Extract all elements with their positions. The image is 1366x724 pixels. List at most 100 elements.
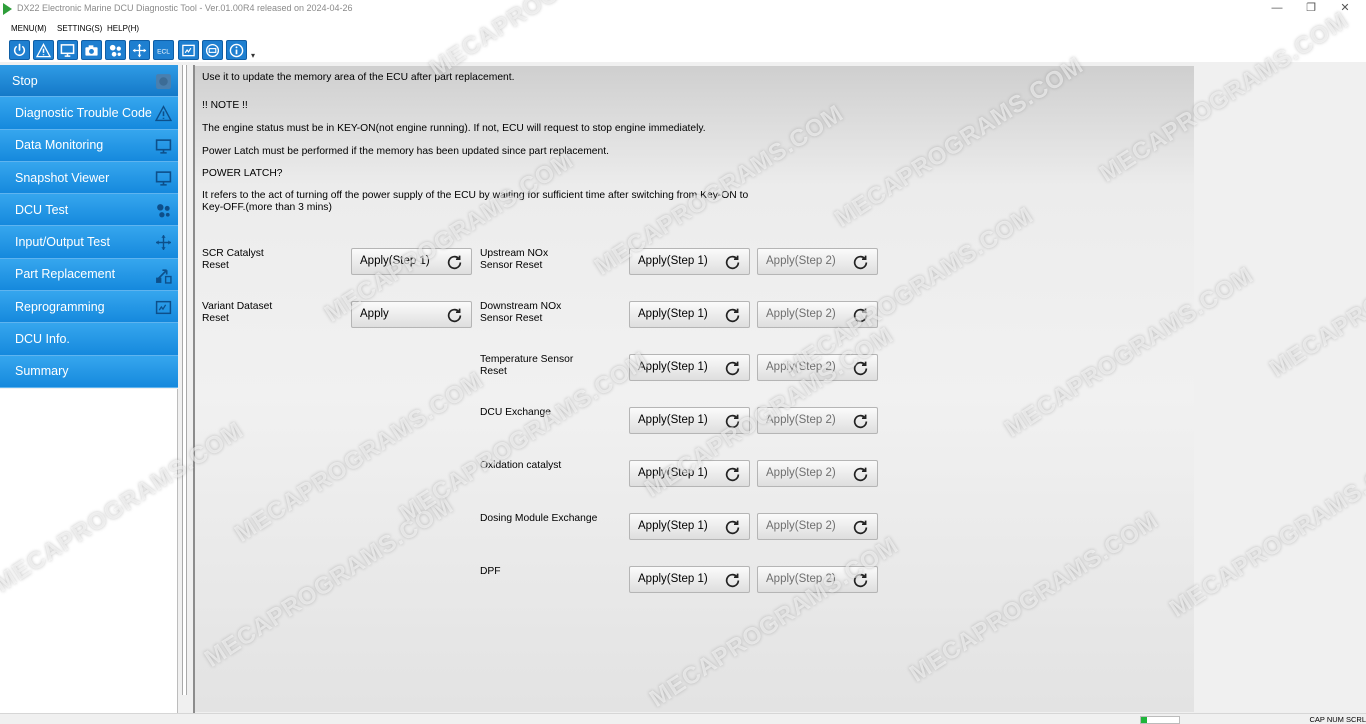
sidebar-item-reprogramming[interactable]: Reprogramming bbox=[0, 291, 178, 324]
dpf-step2-button[interactable]: Apply(Step 2) bbox=[757, 566, 878, 593]
refresh-icon bbox=[853, 520, 868, 535]
svg-text:ECL: ECL bbox=[157, 48, 170, 55]
toolbar: ECL ▾ bbox=[0, 38, 1366, 62]
splitter-handle[interactable] bbox=[182, 65, 187, 695]
sidebar-item-label: Summary bbox=[15, 364, 69, 379]
maximize-button[interactable]: ❐ bbox=[1294, 0, 1328, 18]
note-title: !! NOTE !! bbox=[202, 100, 248, 111]
note-power-latch: Power Latch must be performed if the mem… bbox=[202, 146, 609, 157]
refresh-icon bbox=[725, 573, 740, 588]
monitor-icon[interactable] bbox=[57, 40, 78, 60]
refresh-icon bbox=[725, 308, 740, 323]
refresh-icon bbox=[853, 255, 868, 270]
info-icon[interactable] bbox=[226, 40, 247, 60]
sidebar-item-label: Snapshot Viewer bbox=[15, 170, 110, 185]
monitor-icon bbox=[155, 138, 172, 154]
downstream-nox-step1-button[interactable]: Apply(Step 1) bbox=[629, 301, 750, 328]
gear-group-icon bbox=[157, 204, 170, 218]
minimize-button[interactable]: — bbox=[1260, 0, 1294, 18]
sidebar-item-label: Data Monitoring bbox=[15, 138, 104, 153]
refresh-icon bbox=[853, 573, 868, 588]
sidebar-item-label: DCU Info. bbox=[15, 332, 70, 347]
power-latch-desc-line1: It refers to the act of turning off the … bbox=[202, 190, 749, 201]
toolbar-overflow-icon[interactable]: ▾ bbox=[251, 51, 255, 60]
menu-help[interactable]: HELP(H) bbox=[107, 24, 139, 33]
menu-menu[interactable]: MENU(M) bbox=[11, 24, 47, 33]
ecl-icon[interactable]: ECL bbox=[153, 40, 174, 60]
upstream-nox-reset-label: Upstream NOx Sensor Reset bbox=[480, 248, 549, 271]
temperature-sensor-step2-button[interactable]: Apply(Step 2) bbox=[757, 354, 878, 381]
io-test-icon[interactable] bbox=[129, 40, 150, 60]
oxidation-catalyst-step1-button[interactable]: Apply(Step 1) bbox=[629, 460, 750, 487]
power-latch-desc-line2: Key-OFF.(more than 3 mins) bbox=[202, 202, 332, 213]
oxidation-catalyst-label: Oxidation catalyst bbox=[480, 460, 562, 471]
power-icon[interactable] bbox=[9, 40, 30, 60]
scr-catalyst-reset-label: SCR Catalyst Reset bbox=[202, 248, 264, 271]
sidebar-item-diagnostic-trouble-code[interactable]: Diagnostic Trouble Code bbox=[0, 97, 178, 130]
sidebar: Stop Diagnostic Trouble Code Data Monito… bbox=[0, 65, 178, 388]
dosing-module-step1-button[interactable]: Apply(Step 1) bbox=[629, 513, 750, 540]
upstream-nox-step1-button[interactable]: Apply(Step 1) bbox=[629, 248, 750, 275]
sidebar-item-label: Input/Output Test bbox=[15, 235, 110, 250]
sidebar-item-dcu-test[interactable]: DCU Test bbox=[0, 194, 178, 227]
dosing-module-exchange-label: Dosing Module Exchange bbox=[480, 513, 598, 524]
stop-icon bbox=[156, 74, 171, 89]
variant-dataset-reset-button[interactable]: Apply bbox=[351, 301, 472, 328]
upstream-nox-step2-button[interactable]: Apply(Step 2) bbox=[757, 248, 878, 275]
refresh-icon bbox=[853, 414, 868, 429]
dcu-exchange-step2-button[interactable]: Apply(Step 2) bbox=[757, 407, 878, 434]
sidebar-item-snapshot-viewer[interactable]: Snapshot Viewer bbox=[0, 161, 178, 195]
temperature-sensor-step1-button[interactable]: Apply(Step 1) bbox=[629, 354, 750, 381]
sidebar-empty-area bbox=[0, 389, 178, 713]
sidebar-item-label: DCU Test bbox=[15, 202, 69, 217]
menu-bar: MENU(M) SETTING(S) HELP(H) bbox=[0, 18, 1366, 38]
dcu-exchange-step1-button[interactable]: Apply(Step 1) bbox=[629, 407, 750, 434]
intro-text: Use it to update the memory area of the … bbox=[202, 72, 515, 83]
sidebar-item-data-monitoring[interactable]: Data Monitoring bbox=[0, 129, 178, 162]
refresh-icon bbox=[853, 467, 868, 482]
refresh-icon bbox=[725, 467, 740, 482]
sidebar-item-summary[interactable]: Summary bbox=[0, 355, 178, 388]
sidebar-item-label: Diagnostic Trouble Code bbox=[15, 105, 152, 120]
window-title: DX22 Electronic Marine DCU Diagnostic To… bbox=[17, 3, 353, 13]
dcu-test-icon[interactable] bbox=[105, 40, 126, 60]
window-controls: — ❐ ✕ bbox=[1260, 0, 1362, 18]
downstream-nox-step2-button[interactable]: Apply(Step 2) bbox=[757, 301, 878, 328]
refresh-icon bbox=[725, 520, 740, 535]
sidebar-item-dcu-info[interactable]: DCU Info. bbox=[0, 323, 178, 356]
refresh-icon bbox=[725, 414, 740, 429]
power-latch-title: POWER LATCH? bbox=[202, 168, 283, 179]
refresh-icon bbox=[447, 308, 462, 323]
refresh-icon bbox=[853, 361, 868, 376]
camera-icon[interactable] bbox=[81, 40, 102, 60]
scr-catalyst-reset-button[interactable]: Apply(Step 1) bbox=[351, 248, 472, 275]
refresh-icon bbox=[447, 255, 462, 270]
dpf-label: DPF bbox=[480, 566, 501, 577]
dcu-info-icon[interactable] bbox=[202, 40, 223, 60]
refresh-icon bbox=[725, 361, 740, 376]
dosing-module-step2-button[interactable]: Apply(Step 2) bbox=[757, 513, 878, 540]
reprogram-icon[interactable] bbox=[178, 40, 199, 60]
dcu-exchange-label: DCU Exchange bbox=[480, 407, 551, 418]
right-empty-area bbox=[1194, 66, 1366, 712]
refresh-icon bbox=[853, 308, 868, 323]
sidebar-item-label: Reprogramming bbox=[15, 299, 105, 314]
sidebar-item-stop[interactable]: Stop bbox=[0, 65, 178, 98]
swap-icon bbox=[156, 269, 172, 284]
close-button[interactable]: ✕ bbox=[1328, 0, 1362, 18]
app-logo-icon bbox=[3, 3, 12, 15]
oxidation-catalyst-step2-button[interactable]: Apply(Step 2) bbox=[757, 460, 878, 487]
downstream-nox-reset-label: Downstream NOx Sensor Reset bbox=[480, 301, 562, 324]
sidebar-item-label: Stop bbox=[12, 73, 38, 88]
progress-fill bbox=[1141, 717, 1147, 723]
sidebar-item-input-output-test[interactable]: Input/Output Test bbox=[0, 226, 178, 259]
temperature-sensor-reset-label: Temperature Sensor Reset bbox=[480, 354, 574, 377]
sidebar-item-part-replacement[interactable]: Part Replacement bbox=[0, 258, 178, 292]
warning-icon[interactable] bbox=[33, 40, 54, 60]
menu-setting[interactable]: SETTING(S) bbox=[57, 24, 102, 33]
variant-dataset-reset-label: Variant Dataset Reset bbox=[202, 301, 273, 324]
dpf-step1-button[interactable]: Apply(Step 1) bbox=[629, 566, 750, 593]
sidebar-item-label: Part Replacement bbox=[15, 267, 116, 282]
note-engine-status: The engine status must be in KEY-ON(not … bbox=[202, 123, 706, 134]
title-bar: DX22 Electronic Marine DCU Diagnostic To… bbox=[0, 0, 1366, 18]
